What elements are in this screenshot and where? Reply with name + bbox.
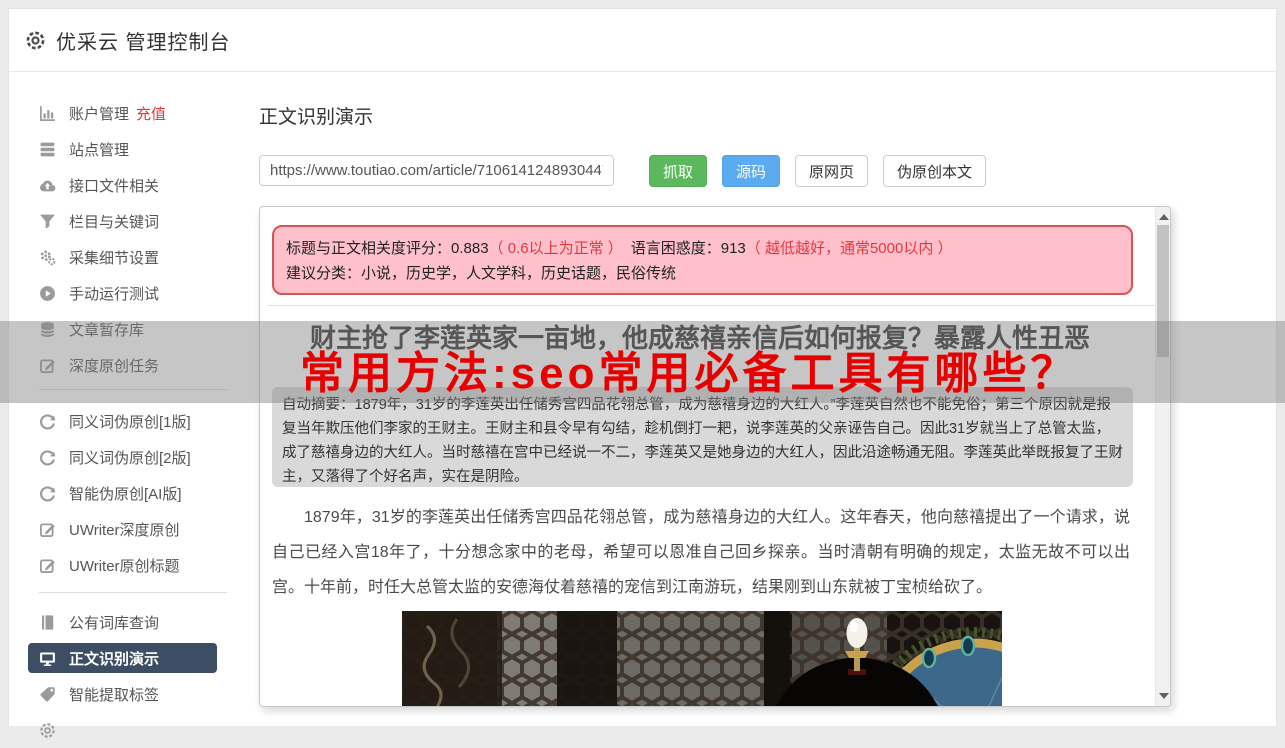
panel-scrollbar[interactable] [1155, 207, 1170, 706]
book-icon [39, 614, 56, 631]
original-page-button[interactable]: 原网页 [795, 155, 869, 187]
relevance-score: 标题与正文相关度评分：0.883 [286, 240, 489, 257]
sidebar-item-label: 正文识别演示 [69, 650, 160, 668]
analysis-alert: 标题与正文相关度评分：0.883（ 0.6以上为正常 ） 语言困惑度：913（ 越… [272, 225, 1133, 295]
fetch-button[interactable]: 抓取 [649, 155, 708, 187]
relevance-note: （ 0.6以上为正常 ） [488, 240, 623, 257]
filter-icon [39, 213, 56, 230]
tag-icon [39, 686, 56, 703]
sidebar-item-smart-tags[interactable]: 智能提取标签 [9, 676, 259, 712]
sidebar-item-label: 接口文件相关 [69, 177, 160, 195]
source-button[interactable]: 源码 [722, 155, 781, 187]
sidebar-item-uwriter-title[interactable]: UWriter原创标题 [9, 547, 259, 583]
divider [268, 305, 1162, 306]
sidebar-item-synonym-rewrite-v1[interactable]: 同义词伪原创[1版] [9, 403, 259, 439]
sidebar-item-label: 站点管理 [69, 141, 130, 159]
sidebar-item-label: UWriter深度原创 [69, 521, 180, 539]
sidebar-item-label: 采集细节设置 [69, 249, 160, 267]
sidebar-item-ai-rewrite[interactable]: 智能伪原创[AI版] [9, 475, 259, 511]
perplexity-note: （ 越低越好，通常5000以内 ） [745, 240, 953, 257]
sidebar-item-manual-test[interactable]: 手动运行测试 [9, 275, 259, 311]
sidebar-item-label: 智能伪原创[AI版] [69, 485, 182, 503]
scroll-down-arrow-icon[interactable] [1159, 693, 1169, 699]
sidebar-divider [39, 592, 227, 593]
sidebar-item-label: 公有词库查询 [69, 614, 160, 632]
watermark-text: 常用方法:seo常用必备工具有哪些？ [300, 349, 1079, 398]
chart-bars-icon [39, 105, 56, 122]
sidebar-item-public-thesaurus[interactable]: 公有词库查询 [9, 604, 259, 640]
url-input[interactable] [259, 155, 614, 186]
sidebar-item-content-recognition-demo[interactable]: 正文识别演示 [28, 643, 217, 673]
refresh-icon [39, 485, 56, 502]
alert-line-category: 建议分类：小说，历史学，人文学科，历史话题，民俗传统 [286, 265, 677, 282]
sidebar-item-label: 同义词伪原创[1版] [69, 413, 191, 431]
recharge-link[interactable]: 充值 [136, 103, 166, 124]
sidebar-item-account[interactable]: 账户管理 充值 [9, 95, 259, 131]
article-paragraph: 1879年，31岁的李莲英出任储秀宫四品花翎总管，成为慈禧身边的大红人。这年春天… [272, 509, 1130, 596]
edit-icon [39, 521, 56, 538]
action-button-row: 抓取 源码 原网页 伪原创本文 [649, 155, 987, 187]
watermark-overlay: 常用方法:seo常用必备工具有哪些？ [0, 321, 1285, 403]
scroll-up-arrow-icon[interactable] [1159, 214, 1169, 220]
gear-icon [39, 722, 56, 739]
gear-icon [25, 30, 46, 51]
sidebar-item-label: 手动运行测试 [69, 285, 160, 303]
sidebar-item-label: 栏目与关键词 [69, 213, 160, 231]
perplexity-score: 语言困惑度：913 [630, 240, 746, 257]
sidebar-item-synonym-rewrite-v2[interactable]: 同义词伪原创[2版] [9, 439, 259, 475]
refresh-icon [39, 413, 56, 430]
gears-icon [39, 249, 56, 266]
alert-line-scores: 标题与正文相关度评分：0.883（ 0.6以上为正常 ） 语言困惑度：913（ 越… [286, 236, 1119, 261]
refresh-icon [39, 449, 56, 466]
sidebar-item-label: 智能提取标签 [69, 686, 160, 704]
edit-icon [39, 557, 56, 574]
app-header: 优采云 管理控制台 [9, 9, 1276, 72]
sidebar-item-sites[interactable]: 站点管理 [9, 131, 259, 167]
sidebar-item-uwriter-deep[interactable]: UWriter深度原创 [9, 511, 259, 547]
cloud-upload-icon [39, 177, 56, 194]
sidebar-item-label: 同义词伪原创[2版] [69, 449, 191, 467]
monitor-icon [39, 650, 56, 667]
sidebar-item-collect-settings[interactable]: 采集细节设置 [9, 239, 259, 275]
rewrite-button[interactable]: 伪原创本文 [883, 155, 987, 187]
sidebar-item-interface-files[interactable]: 接口文件相关 [9, 167, 259, 203]
result-panel: 标题与正文相关度评分：0.883（ 0.6以上为正常 ） 语言困惑度：913（ 越… [259, 206, 1171, 707]
server-icon [39, 141, 56, 158]
sidebar-item-truncated[interactable] [9, 712, 259, 748]
sidebar-item-label: 账户管理 [69, 105, 130, 123]
sidebar-item-label: UWriter原创标题 [69, 557, 180, 575]
play-circle-icon [39, 285, 56, 302]
sidebar-item-columns-keywords[interactable]: 栏目与关键词 [9, 203, 259, 239]
app-title: 优采云 管理控制台 [56, 31, 231, 54]
article-image-qing-official-hat [402, 611, 1002, 706]
page-title: 正文识别演示 [259, 107, 374, 128]
